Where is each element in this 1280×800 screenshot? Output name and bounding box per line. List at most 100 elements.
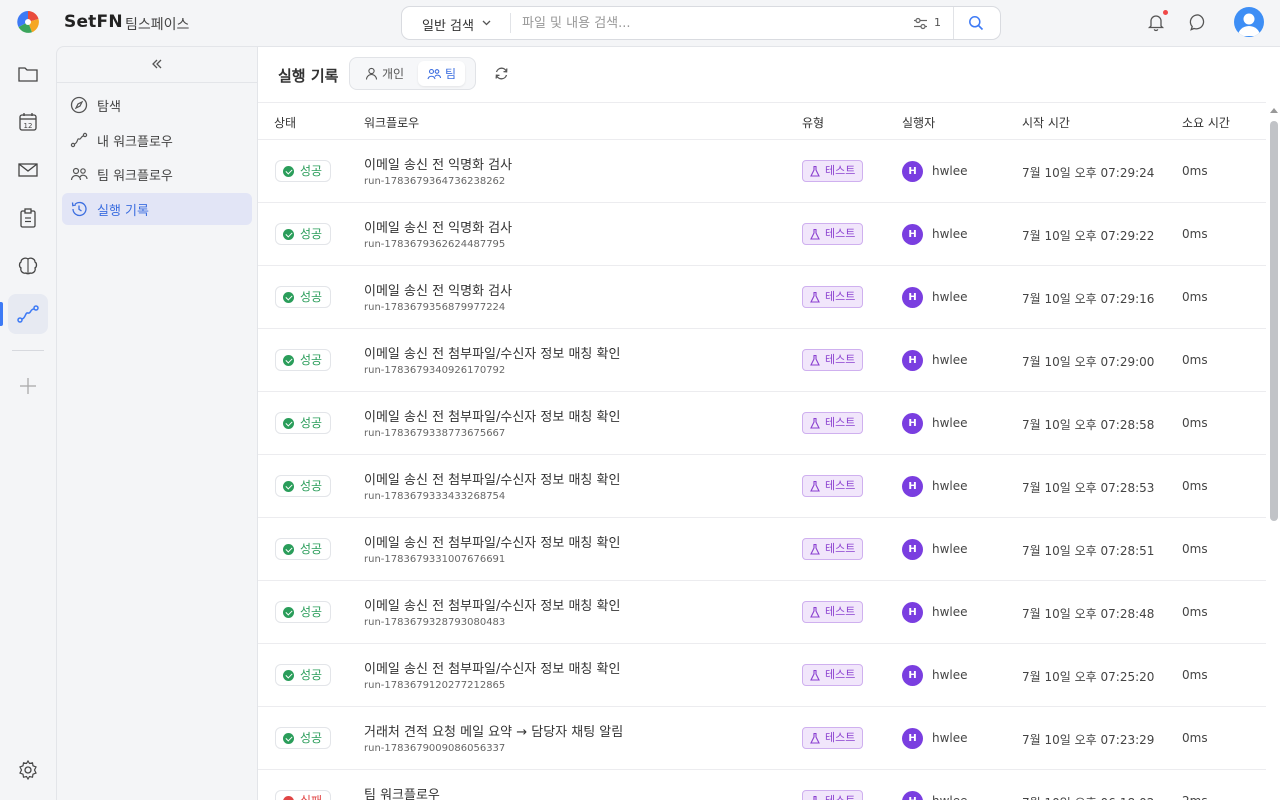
filter-sliders-icon[interactable] bbox=[913, 17, 928, 30]
plus-icon bbox=[20, 378, 36, 394]
col-workflow[interactable]: 워크플로우 bbox=[364, 114, 419, 131]
workflow-name[interactable]: 팀 워크플로우 bbox=[364, 784, 440, 800]
search-divider-2 bbox=[953, 7, 954, 39]
toggle-personal[interactable]: 개인 bbox=[356, 61, 413, 86]
table-row[interactable]: 성공 이메일 송신 전 첨부파일/수신자 정보 매칭 확인 run-17836793… bbox=[258, 518, 1266, 581]
svg-text:12: 12 bbox=[24, 122, 33, 130]
workflow-icon bbox=[70, 132, 88, 148]
chevron-down-icon[interactable] bbox=[481, 17, 492, 28]
table-row[interactable]: 성공 이메일 송신 전 익명화 검사 run-1783679364736238262… bbox=[258, 140, 1266, 203]
secondary-sidebar: 탐색 내 워크플로우 팀 워크플로우 실행 기록 bbox=[56, 46, 257, 800]
toggle-team[interactable]: 팀 bbox=[418, 61, 466, 86]
rail-settings[interactable] bbox=[8, 750, 48, 790]
duration: 0ms bbox=[1182, 668, 1208, 682]
col-duration[interactable]: 소요 시간 bbox=[1182, 114, 1230, 131]
chat-icon[interactable] bbox=[1189, 13, 1208, 32]
type-badge: 테스트 bbox=[802, 601, 864, 623]
user-avatar[interactable] bbox=[1234, 7, 1264, 37]
refresh-icon[interactable] bbox=[494, 66, 509, 81]
bell-icon[interactable] bbox=[1146, 12, 1166, 32]
notification-dot bbox=[1163, 10, 1168, 15]
search-icon[interactable] bbox=[968, 15, 984, 31]
sidebar-item-team-workflows[interactable]: 팀 워크플로우 bbox=[62, 158, 252, 190]
type-label: 테스트 bbox=[825, 542, 856, 555]
table-row[interactable]: 성공 이메일 송신 전 첨부파일/수신자 정보 매칭 확인 run-17836793… bbox=[258, 392, 1266, 455]
workflow-name[interactable]: 이메일 송신 전 첨부파일/수신자 정보 매칭 확인 bbox=[364, 469, 620, 488]
workflow-name[interactable]: 이메일 송신 전 익명화 검사 bbox=[364, 280, 512, 299]
table-row[interactable]: 성공 이메일 송신 전 첨부파일/수신자 정보 매칭 확인 run-17836793… bbox=[258, 329, 1266, 392]
table-row[interactable]: 실패 팀 워크플로우테스트 Hhwlee 7월 10일 오후 06:18:02 2ms bbox=[258, 770, 1266, 800]
table-row[interactable]: 성공 이메일 송신 전 첨부파일/수신자 정보 매칭 확인 run-17836793… bbox=[258, 455, 1266, 518]
start-time: 7월 10일 오후 07:29:24 bbox=[1022, 166, 1155, 180]
rail-clipboard[interactable] bbox=[8, 198, 48, 238]
status-badge: 성공 bbox=[275, 727, 332, 749]
run-id: run-1783679120277212865 bbox=[364, 680, 506, 691]
sidebar-item-explore[interactable]: 탐색 bbox=[62, 89, 252, 121]
duration: 0ms bbox=[1182, 605, 1208, 619]
table-row[interactable]: 성공 이메일 송신 전 익명화 검사 run-1783679362624487795… bbox=[258, 203, 1266, 266]
type-label: 테스트 bbox=[825, 668, 856, 681]
type-label: 테스트 bbox=[825, 290, 856, 303]
table-row[interactable]: 성공 이메일 송신 전 익명화 검사 run-1783679356879977224… bbox=[258, 266, 1266, 329]
type-badge: 테스트 bbox=[802, 790, 864, 800]
page-title: 실행 기록 bbox=[278, 67, 339, 85]
table-header: 상태 워크플로우 유형 실행자 시작 시간 소요 시간 bbox=[258, 102, 1266, 140]
scroll-up-icon[interactable] bbox=[1270, 107, 1278, 113]
table-row[interactable]: 성공 거래처 견적 요청 메일 요약 → 담당자 채팅 알림 run-1783679… bbox=[258, 707, 1266, 770]
runner-name: hwlee bbox=[932, 353, 968, 367]
workflow-name[interactable]: 이메일 송신 전 첨부파일/수신자 정보 매칭 확인 bbox=[364, 658, 620, 677]
workflow-name[interactable]: 이메일 송신 전 익명화 검사 bbox=[364, 217, 512, 236]
rail-divider bbox=[12, 350, 44, 351]
col-start-time[interactable]: 시작 시간 bbox=[1022, 114, 1070, 131]
workflow-name[interactable]: 거래처 견적 요청 메일 요약 → 담당자 채팅 알림 bbox=[364, 721, 623, 740]
compass-icon bbox=[70, 96, 88, 114]
workflow-name[interactable]: 이메일 송신 전 첨부파일/수신자 정보 매칭 확인 bbox=[364, 532, 620, 551]
run-id: run-1783679338773675667 bbox=[364, 428, 506, 439]
search-input[interactable] bbox=[522, 13, 902, 33]
sidebar-item-run-history[interactable]: 실행 기록 bbox=[62, 193, 252, 225]
table-row[interactable]: 성공 이메일 송신 전 첨부파일/수신자 정보 매칭 확인 run-17836793… bbox=[258, 581, 1266, 644]
rail-mail[interactable] bbox=[8, 150, 48, 190]
runner-avatar: H bbox=[902, 665, 923, 686]
filter-count: 1 bbox=[934, 16, 941, 29]
runner-avatar: H bbox=[902, 539, 923, 560]
start-time: 7월 10일 오후 07:28:53 bbox=[1022, 481, 1155, 495]
table-row[interactable]: 성공 이메일 송신 전 첨부파일/수신자 정보 매칭 확인 run-17836791… bbox=[258, 644, 1266, 707]
col-runner[interactable]: 실행자 bbox=[902, 114, 935, 131]
sidebar-item-label: 실행 기록 bbox=[97, 203, 149, 219]
search-mode-select[interactable]: 일반 검색 bbox=[422, 15, 474, 34]
workflow-name[interactable]: 이메일 송신 전 첨부파일/수신자 정보 매칭 확인 bbox=[364, 406, 620, 425]
workflow-name[interactable]: 이메일 송신 전 첨부파일/수신자 정보 매칭 확인 bbox=[364, 595, 620, 614]
rail-calendar[interactable]: 12 bbox=[8, 102, 48, 142]
left-rail: 12 bbox=[0, 46, 56, 800]
col-type[interactable]: 유형 bbox=[802, 114, 824, 131]
workflow-name[interactable]: 이메일 송신 전 익명화 검사 bbox=[364, 154, 512, 173]
type-label: 테스트 bbox=[825, 353, 856, 366]
status-badge: 성공 bbox=[275, 412, 332, 434]
collapse-sidebar-icon[interactable] bbox=[150, 57, 164, 71]
search-bar: 일반 검색 1 bbox=[401, 6, 1001, 40]
workflow-name[interactable]: 이메일 송신 전 첨부파일/수신자 정보 매칭 확인 bbox=[364, 343, 620, 362]
toggle-team-label: 팀 bbox=[445, 67, 457, 81]
rail-add[interactable] bbox=[8, 366, 48, 406]
run-id: run-1783679356879977224 bbox=[364, 302, 506, 313]
scrollbar-thumb[interactable] bbox=[1270, 121, 1278, 521]
runner-avatar: H bbox=[902, 224, 923, 245]
rail-ai[interactable] bbox=[8, 246, 48, 286]
app-logo-icon[interactable] bbox=[17, 11, 39, 33]
sidebar-item-my-workflows[interactable]: 내 워크플로우 bbox=[62, 124, 252, 156]
rail-files[interactable] bbox=[8, 54, 48, 94]
type-badge: 테스트 bbox=[802, 538, 864, 560]
runner-avatar: H bbox=[902, 413, 923, 434]
runner-avatar: H bbox=[902, 728, 923, 749]
user-icon bbox=[365, 67, 378, 80]
status-badge: 성공 bbox=[275, 601, 332, 623]
duration: 0ms bbox=[1182, 479, 1208, 493]
type-badge: 테스트 bbox=[802, 286, 864, 308]
type-label: 테스트 bbox=[825, 164, 856, 177]
scrollbar[interactable] bbox=[1268, 103, 1280, 800]
start-time: 7월 10일 오후 07:29:22 bbox=[1022, 229, 1155, 243]
col-status[interactable]: 상태 bbox=[274, 114, 296, 131]
rail-workflow[interactable] bbox=[8, 294, 48, 334]
workspace-name[interactable]: 팀스페이스 bbox=[125, 14, 189, 34]
